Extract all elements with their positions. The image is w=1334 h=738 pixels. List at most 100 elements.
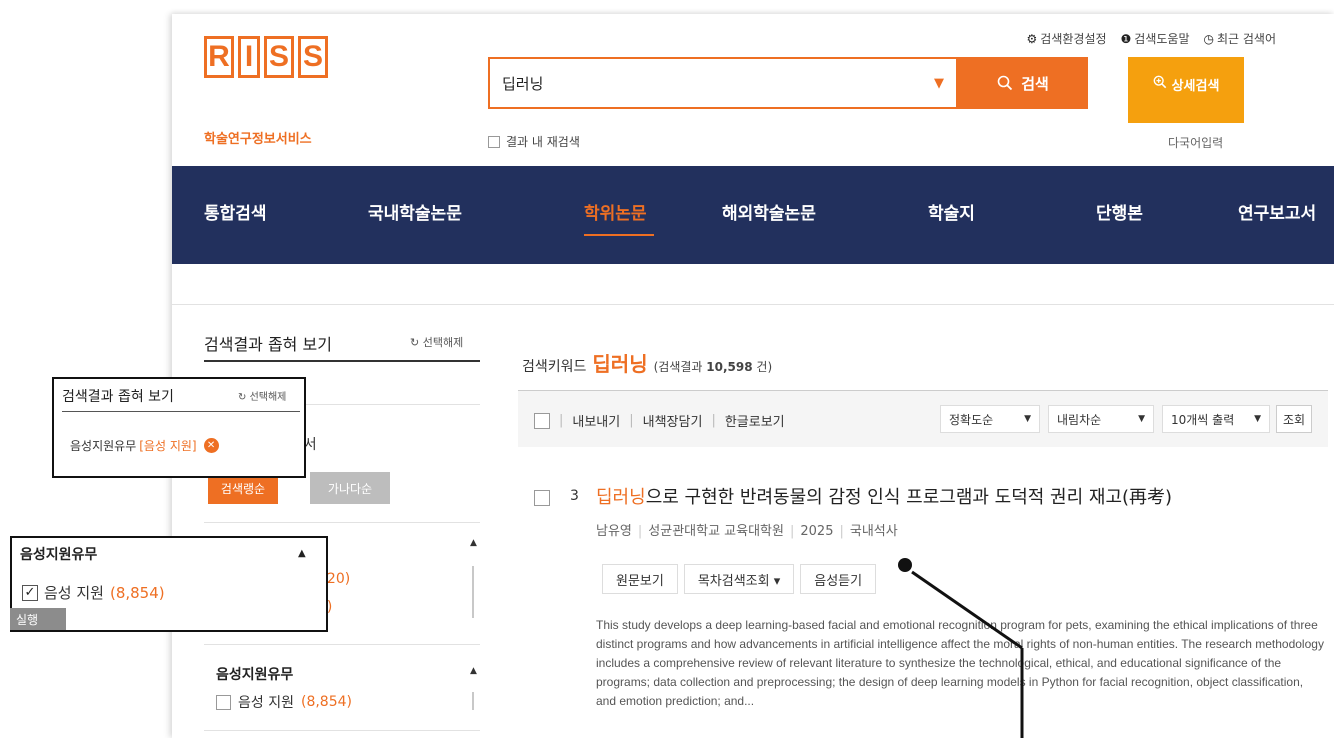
audio-filter-checkbox[interactable]	[216, 694, 231, 710]
sort-order-value: 내림차순	[1057, 412, 1102, 427]
filter-scrollbar[interactable]	[472, 692, 474, 710]
result-title-link[interactable]: 딥러닝으로 구현한 반려동물의 감정 인식 프로그램과 도덕적 권리 재고(再考…	[596, 483, 1172, 509]
research-within-option[interactable]: 결과 내 재검색	[488, 133, 580, 150]
riss-page: R I S S 학술연구정보서비스 ⚙ 검색환경설정 ❶ 검색도움말 ◷ 최근 검색어…	[172, 14, 1334, 738]
left-panel-title: 검색결과 좁혀 보기	[204, 335, 332, 354]
refresh-icon: ↻	[410, 336, 423, 349]
audio-callout-title: 음성지원유무	[20, 547, 98, 563]
chevron-down-icon: ▼	[1138, 414, 1145, 424]
nav-books[interactable]: 단행본	[1096, 199, 1143, 224]
per-page-value: 10개씩 출력	[1171, 412, 1235, 427]
logo-tagline: 학술연구정보서비스	[204, 132, 312, 147]
result-count-value: 10,598	[706, 360, 753, 374]
search-help-link[interactable]: ❶ 검색도움말	[1121, 30, 1190, 47]
result-checkbox[interactable]	[534, 490, 550, 506]
left-panel-divider	[204, 360, 480, 362]
result-institution: 성균관대학교 교육대학원	[648, 524, 784, 539]
search-button-label: 검색	[1021, 74, 1049, 93]
audio-filter-callout: 음성지원유무 ▲ ✓ 음성 지원 (8,854) 실행	[10, 536, 328, 632]
advanced-search-button[interactable]: 상세검색	[1128, 57, 1244, 123]
remove-filter-icon[interactable]: ✕	[203, 438, 219, 453]
gear-icon: ⚙	[1026, 32, 1038, 46]
sort-accuracy-select[interactable]: 정확도순 ▼	[940, 405, 1040, 433]
select-all-checkbox[interactable]	[534, 412, 550, 429]
applied-filter-chip: 음성지원유무 [음성 지원] ✕	[70, 437, 219, 454]
recent-searches-label: 최근 검색어	[1216, 32, 1276, 46]
search-keyword-line: 검색키워드 딥러닝 (검색결과 10,598 건)	[522, 348, 772, 377]
view-fulltext-button[interactable]: 원문보기	[602, 564, 678, 594]
result-count: (검색결과 10,598 건)	[654, 360, 773, 374]
per-page-select[interactable]: 10개씩 출력 ▼	[1162, 405, 1270, 433]
top-links: ⚙ 검색환경설정 ❶ 검색도움말 ◷ 최근 검색어	[1027, 30, 1276, 47]
search-settings-label: 검색환경설정	[1040, 32, 1107, 46]
audio-callout-option-label: 음성 지원	[44, 584, 104, 602]
audio-filter-option-label: 음성 지원	[238, 695, 294, 711]
filter-scrollbar[interactable]	[472, 566, 474, 618]
nav-domestic-papers[interactable]: 국내학술논문	[368, 199, 462, 224]
toc-search-button[interactable]: 목차검색조회 ▾	[683, 564, 795, 594]
result-abstract: This study develops a deep learning-base…	[596, 618, 1324, 708]
left-panel-reset[interactable]: ↻ 선택해제	[410, 334, 463, 350]
result-number: 3	[570, 488, 579, 504]
logo-letter: I	[238, 36, 260, 78]
advanced-search-label: 상세검색	[1171, 79, 1220, 94]
result-count-prefix: (검색결과	[653, 360, 703, 374]
logo-letters: R I S S	[204, 36, 332, 78]
nav-foreign-papers[interactable]: 해외학술논문	[722, 199, 816, 224]
section-divider	[204, 730, 480, 731]
nav-active-underline	[584, 234, 654, 236]
applied-filter-value: [음성 지원]	[139, 439, 197, 453]
divider	[172, 304, 1334, 305]
result-title-rest: 으로 구현한 반려동물의 감정 인식 프로그램과 도덕적 권리 재고(再考)	[645, 487, 1173, 508]
recent-searches-link[interactable]: ◷ 최근 검색어	[1204, 30, 1277, 47]
filter-summary-reset-label: 선택해제	[249, 392, 287, 403]
research-within-label: 결과 내 재검색	[506, 135, 580, 149]
korean-view-button[interactable]: 한글로보기	[725, 411, 785, 430]
clock-icon: ◷	[1203, 32, 1214, 46]
left-panel-reset-label: 선택해제	[422, 336, 464, 349]
listen-audio-button[interactable]: 음성듣기	[800, 564, 877, 594]
nav-journals[interactable]: 학술지	[928, 199, 975, 224]
filter-summary-callout: 검색결과 좁혀 보기 ↻ 선택해제 음성지원유무 [음성 지원] ✕	[52, 377, 306, 478]
add-to-shelf-button[interactable]: 내책장담기	[643, 411, 703, 430]
audio-filter-count: (8,854)	[300, 694, 352, 710]
audio-callout-option[interactable]: ✓ 음성 지원 (8,854)	[22, 582, 165, 603]
sort-order-select[interactable]: 내림차순 ▼	[1048, 405, 1154, 433]
result-meta: 남유영 | 성균관대학교 교육대학원 | 2025 | 국내석사	[596, 524, 898, 539]
collapse-caret-icon[interactable]: ▲	[470, 666, 477, 676]
zoom-in-icon	[1153, 75, 1166, 89]
audio-filter-option[interactable]: 음성 지원 (8,854)	[216, 692, 352, 712]
search-dropdown-icon[interactable]: ▼	[934, 76, 956, 91]
riss-logo[interactable]: R I S S 학술연구정보서비스	[204, 36, 354, 147]
logo-letter: S	[298, 36, 328, 78]
logo-letter: S	[264, 36, 294, 78]
sort-accuracy-value: 정확도순	[949, 412, 994, 427]
help-icon: ❶	[1120, 32, 1132, 46]
chevron-down-icon: ▼	[1254, 414, 1261, 424]
logo-letter: R	[204, 36, 234, 78]
result-author[interactable]: 남유영	[596, 524, 632, 539]
run-button[interactable]: 실행	[10, 608, 66, 630]
main-nav: 통합검색 국내학술논문 학위논문 해외학술논문 학술지 단행본 연구보고서	[172, 166, 1334, 264]
nav-research-reports[interactable]: 연구보고서	[1238, 199, 1316, 224]
checked-checkbox-icon[interactable]: ✓	[22, 584, 38, 601]
apply-button[interactable]: 조회	[1276, 405, 1312, 433]
search-settings-link[interactable]: ⚙ 검색환경설정	[1027, 30, 1107, 47]
filter-summary-reset[interactable]: ↻ 선택해제	[238, 388, 286, 403]
search-button[interactable]: 검색	[958, 57, 1088, 109]
multilang-input-link[interactable]: 다국어입력	[1168, 134, 1223, 151]
nav-dissertations[interactable]: 학위논문	[584, 199, 647, 224]
section-divider	[204, 522, 480, 523]
search-box: ▼	[488, 57, 958, 109]
section-divider	[204, 644, 480, 645]
search-icon	[997, 75, 1013, 91]
search-input[interactable]	[490, 73, 934, 93]
filter-summary-title: 검색결과 좁혀 보기	[62, 389, 174, 405]
research-within-checkbox[interactable]	[488, 135, 500, 148]
export-button[interactable]: 내보내기	[572, 411, 620, 430]
nav-integrated-search[interactable]: 통합검색	[204, 199, 267, 224]
applied-filter-label: 음성지원유무	[70, 439, 137, 453]
collapse-caret-icon[interactable]: ▲	[470, 538, 477, 548]
collapse-caret-icon[interactable]: ▲	[298, 548, 306, 559]
sort-alphabetical-button[interactable]: 가나다순	[310, 472, 390, 504]
